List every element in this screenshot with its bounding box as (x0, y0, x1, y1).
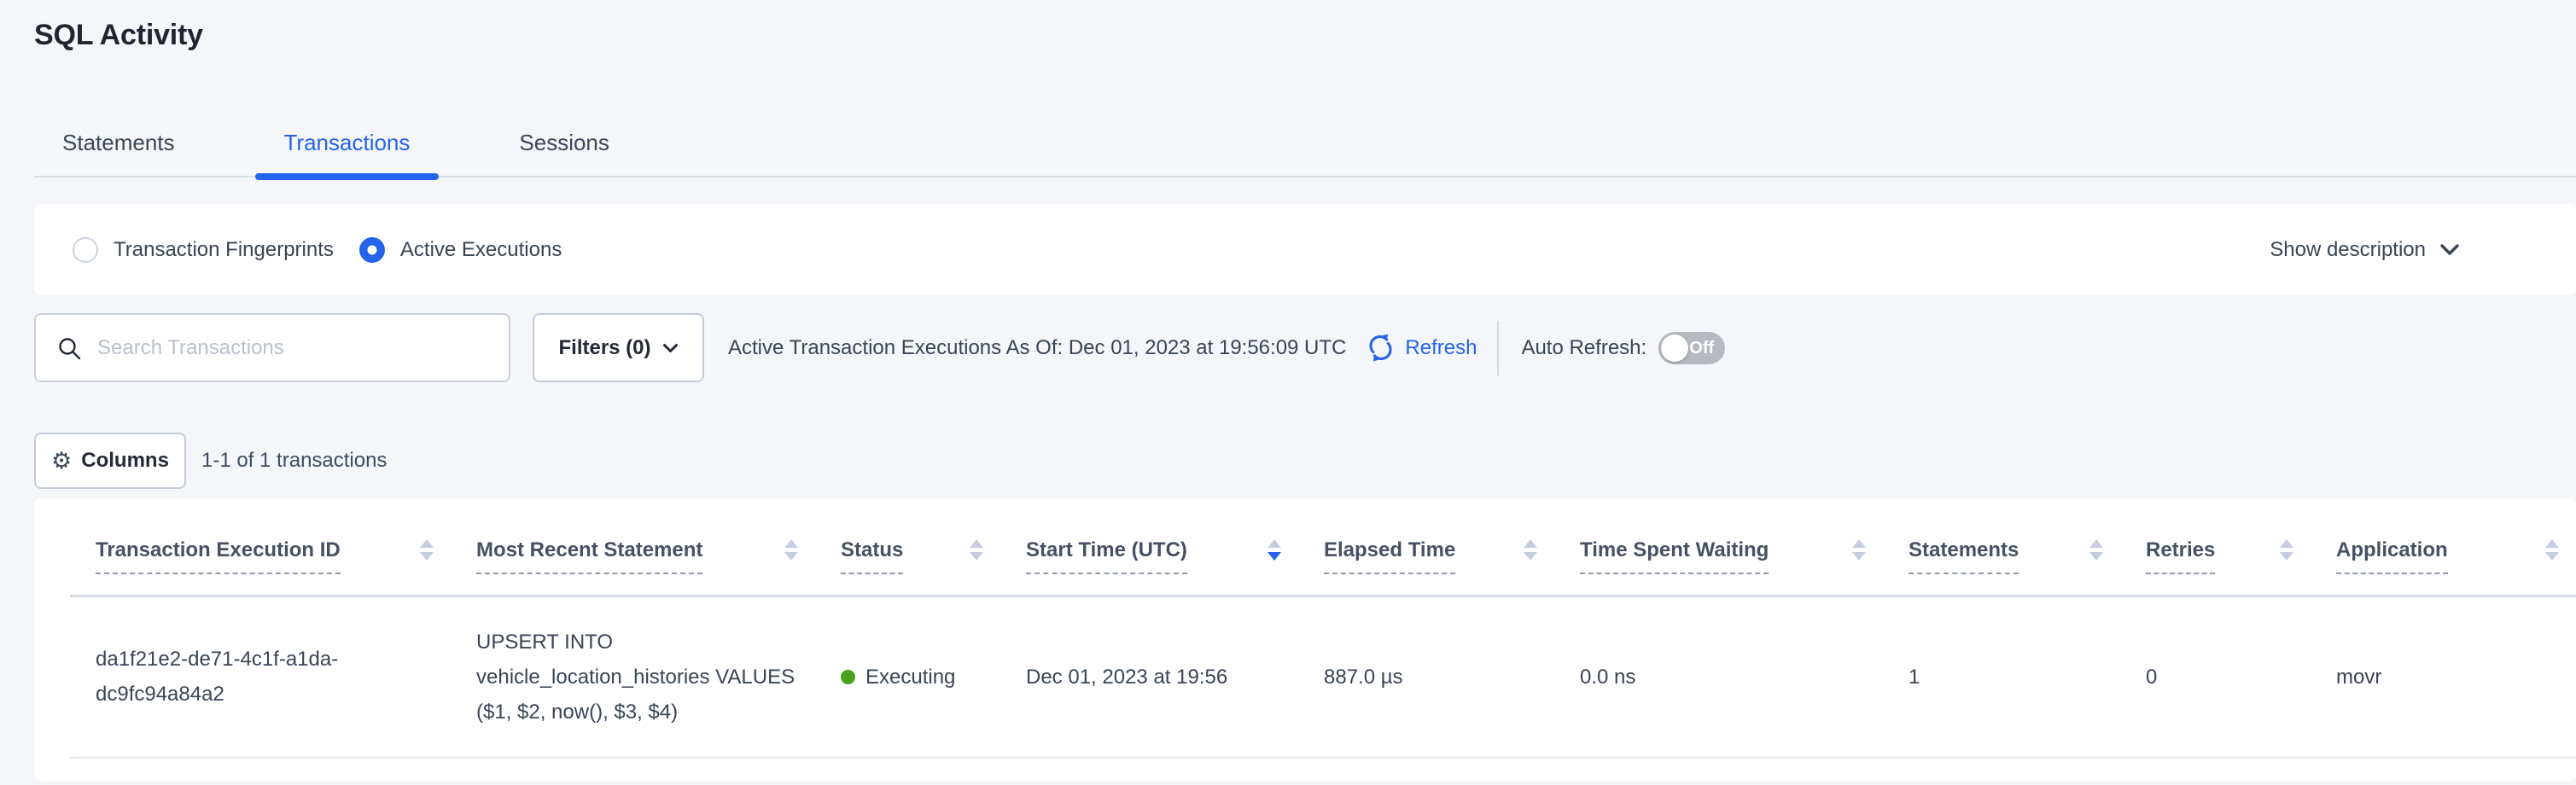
column-header-statements[interactable]: Statements (1883, 498, 2120, 596)
column-header-retries[interactable]: Retries (2120, 498, 2311, 596)
search-input[interactable] (97, 336, 490, 360)
column-header-time-spent-waiting[interactable]: Time Spent Waiting (1554, 498, 1883, 596)
sort-arrows-icon[interactable] (1852, 539, 1866, 561)
chevron-down-icon (2439, 243, 2460, 256)
status-dot-icon (841, 670, 855, 684)
table-toolbar: ⚙ Columns 1-1 of 1 transactions (34, 433, 2576, 489)
column-header-most-recent-statement[interactable]: Most Recent Statement (451, 498, 815, 596)
column-header-status[interactable]: Status (815, 498, 1000, 596)
radio-label: Active Executions (400, 238, 562, 262)
vertical-divider (1497, 321, 1499, 375)
sort-arrows-icon[interactable] (2280, 539, 2293, 561)
radio-label: Transaction Fingerprints (114, 238, 334, 262)
sort-arrows-icon[interactable] (2545, 539, 2559, 561)
result-count: 1-1 of 1 transactions (201, 449, 387, 473)
gear-icon: ⚙ (51, 450, 72, 473)
cell-start-time: Dec 01, 2023 at 19:56 (1000, 596, 1298, 758)
cell-transaction-execution-id: da1f21e2-de71-4c1f-a1da-dc9fc94a84a2 (70, 596, 451, 758)
search-box (34, 313, 510, 382)
as-of-text: Active Transaction Executions As Of: Dec… (728, 336, 1346, 360)
show-description-label: Show description (2270, 238, 2426, 262)
sort-arrows-icon[interactable] (1524, 539, 1537, 561)
view-mode-radio-group: Transaction Fingerprints Active Executio… (73, 237, 587, 263)
cell-most-recent-statement: UPSERT INTO vehicle_location_histories V… (451, 596, 815, 758)
tab-statements[interactable]: Statements (62, 130, 175, 176)
sort-arrows-icon[interactable] (420, 539, 434, 561)
refresh-label: Refresh (1405, 336, 1477, 360)
show-description-toggle[interactable]: Show description (2270, 238, 2460, 262)
page-title: SQL Activity (34, 17, 2576, 53)
sort-arrows-icon[interactable] (970, 539, 983, 561)
tab-sessions[interactable]: Sessions (519, 130, 609, 176)
table-row: da1f21e2-de71-4c1f-a1da-dc9fc94a84a2 UPS… (70, 596, 2576, 758)
tab-transactions[interactable]: Transactions (284, 130, 411, 176)
sql-activity-tabs: Statements Transactions Sessions (34, 130, 2576, 177)
columns-button[interactable]: ⚙ Columns (34, 433, 186, 489)
view-mode-panel: Transaction Fingerprints Active Executio… (34, 204, 2576, 295)
refresh-icon (1365, 332, 1396, 363)
chevron-down-icon (662, 343, 679, 353)
columns-label: Columns (81, 449, 169, 473)
transactions-table: Transaction Execution ID Most Recent Sta… (70, 498, 2576, 759)
radio-selected-icon[interactable] (359, 237, 385, 263)
cell-application: movr (2311, 596, 2576, 758)
auto-refresh-toggle[interactable]: Off (1658, 332, 1725, 364)
table-header-row: Transaction Execution ID Most Recent Sta… (70, 498, 2576, 596)
search-icon (56, 335, 82, 361)
transactions-table-panel: Transaction Execution ID Most Recent Sta… (34, 498, 2576, 781)
cell-statements: 1 (1883, 596, 2120, 758)
cell-elapsed-time: 887.0 µs (1298, 596, 1554, 758)
auto-refresh-label: Auto Refresh: (1521, 336, 1646, 360)
column-header-application[interactable]: Application (2311, 498, 2576, 596)
cell-time-spent-waiting: 0.0 ns (1554, 596, 1883, 758)
toggle-knob (1661, 334, 1688, 362)
radio-unselected-icon[interactable] (73, 237, 98, 263)
filters-label: Filters (0) (558, 336, 650, 360)
status-label: Executing (865, 660, 955, 695)
toggle-state-label: Off (1689, 332, 1714, 364)
refresh-button[interactable]: Refresh (1365, 332, 1477, 363)
column-header-start-time[interactable]: Start Time (UTC) (1000, 498, 1298, 596)
table-controls-row: Filters (0) Active Transaction Execution… (34, 313, 2576, 382)
sort-arrows-icon[interactable] (2089, 539, 2103, 561)
sort-arrows-icon[interactable] (784, 539, 798, 561)
radio-transaction-fingerprints[interactable]: Transaction Fingerprints (73, 237, 334, 263)
filters-button[interactable]: Filters (0) (533, 313, 704, 382)
cell-status: Executing (815, 596, 1000, 758)
cell-retries: 0 (2120, 596, 2311, 758)
column-header-elapsed-time[interactable]: Elapsed Time (1298, 498, 1554, 596)
sort-arrows-icon[interactable] (1268, 539, 1281, 561)
column-header-transaction-execution-id[interactable]: Transaction Execution ID (70, 498, 451, 596)
radio-active-executions[interactable]: Active Executions (359, 237, 562, 263)
